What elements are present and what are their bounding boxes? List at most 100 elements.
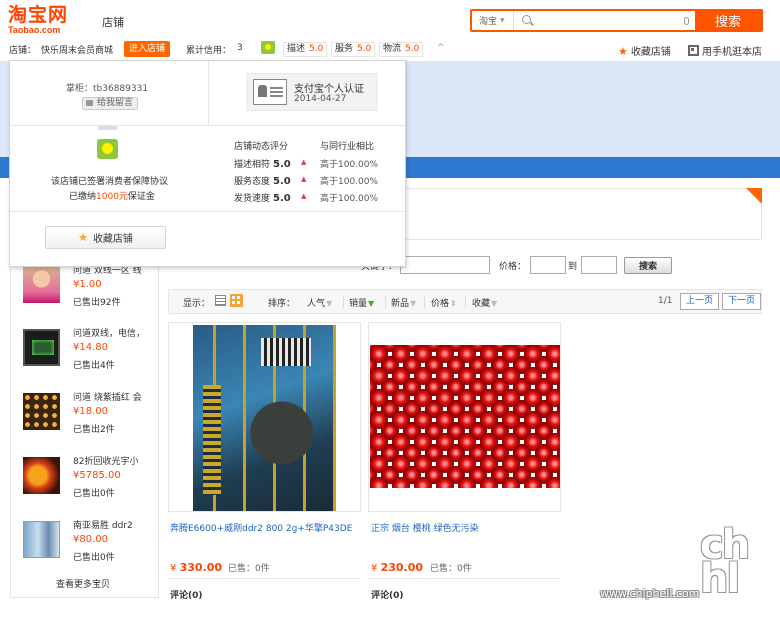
watermark-url: www.chiphell.com — [600, 587, 700, 600]
arrow-up-icon: ▲ — [301, 175, 307, 183]
product-title[interactable]: 正宗 烟台 樱桃 绿色无污染 — [371, 521, 479, 534]
grid-view-icon[interactable] — [230, 294, 243, 307]
prev-page-button[interactable]: 上一页 — [680, 293, 720, 310]
dsr-row: 描述相符 5.0 ▲ 高于100.00% — [234, 157, 378, 170]
favorite-store-label: 收藏店铺 — [630, 47, 671, 58]
caret-up-icon[interactable]: ^ — [437, 43, 445, 53]
next-page-button[interactable]: 下一页 — [722, 293, 761, 310]
id-card-icon — [253, 79, 287, 105]
sort-new[interactable]: 新品▼ — [391, 296, 416, 309]
review-count: (0) — [389, 591, 404, 601]
sidebar-item-sold: 已售出2件 — [73, 422, 115, 435]
product-sold: 已售：0件 — [430, 561, 472, 574]
price-min-input[interactable] — [530, 256, 566, 274]
search-scope-label: 淘宝 — [479, 17, 498, 27]
sidebar-item[interactable]: 问道双线，电信， ¥14.80 已售出4件 — [11, 325, 158, 385]
product-reviews[interactable]: 评论(0) — [371, 588, 404, 601]
product-thumbnail[interactable] — [23, 329, 60, 366]
sidebar-item-sold: 已售出92件 — [73, 295, 120, 308]
dsr-score: 5.0 — [357, 44, 372, 54]
product-thumbnail[interactable] — [23, 266, 60, 303]
motherboard-photo[interactable] — [193, 325, 336, 511]
sidebar-item-title[interactable]: 82折回收光宇小 — [73, 454, 155, 467]
arrow-down-icon: ▼ — [491, 299, 498, 308]
sidebar-item-title[interactable]: 问道 烧紫插红 会 — [73, 390, 155, 403]
sold-prefix: 已售出 — [73, 553, 101, 563]
product-thumbnail[interactable] — [23, 521, 60, 558]
divider — [465, 296, 466, 308]
product-sold: 已售：0件 — [228, 561, 270, 574]
dsr-row-compare: 高于100.00% — [320, 194, 379, 204]
sidebar-item-title[interactable]: 问道双线，电信， — [73, 326, 155, 339]
divider — [424, 296, 425, 308]
favorite-store-button[interactable]: ★ 收藏店铺 — [45, 226, 166, 249]
corner-flag-icon — [746, 188, 762, 204]
sort-popularity-label: 人气 — [307, 299, 326, 309]
sort-favorites[interactable]: 收藏▼ — [472, 296, 497, 309]
dsr-row-score: 5.0 — [273, 159, 291, 170]
dsr-row-score: 5.0 — [273, 193, 291, 204]
sort-favorites-label: 收藏 — [472, 299, 491, 309]
sold-value: 0件 — [255, 564, 270, 574]
display-label: 显示： — [183, 299, 211, 309]
price-max-input[interactable] — [581, 256, 617, 274]
enter-store-button[interactable]: 进入店铺 — [124, 41, 171, 57]
dsr-logistics[interactable]: 物流 5.0 — [379, 42, 424, 57]
mobile-shop-link[interactable]: 用手机逛本店 — [688, 43, 762, 58]
arrow-down-icon: ▼ — [326, 299, 333, 308]
favorite-store-link[interactable]: ★ 收藏店铺 — [618, 43, 671, 58]
sort-popularity[interactable]: 人气▼ — [307, 296, 332, 309]
arrow-up-icon: ▲ — [301, 192, 307, 200]
sold-suffix: 件 — [111, 298, 121, 308]
sort-bar: 显示： 排序： 人气▼ 销量▼ 新品▼ 价格⬍ 收藏▼ 1/1 上一页 下一页 — [168, 289, 762, 314]
arrow-down-icon: ▼ — [410, 299, 417, 308]
store-name[interactable]: 快乐周末会员商城 — [41, 43, 113, 56]
sidebar-item-title[interactable]: 南亚易胜 ddr2 — [73, 518, 155, 531]
sidebar-item-sold: 已售出0件 — [73, 550, 115, 563]
product-thumbnail[interactable] — [23, 457, 60, 494]
sidebar-item-price: ¥5785.00 — [73, 470, 121, 481]
sidebar-item-sold: 已售出0件 — [73, 486, 115, 499]
microphone-icon[interactable] — [677, 11, 695, 30]
search-input[interactable] — [514, 11, 677, 30]
dsr-service[interactable]: 服务 5.0 — [331, 42, 376, 57]
sort-price[interactable]: 价格⬍ — [431, 296, 457, 309]
search-bar: 淘宝 ▼ 搜索 — [470, 9, 763, 32]
sidebar-item[interactable]: 南亚易胜 ddr2 ¥80.00 已售出0件 — [11, 517, 158, 577]
sidebar-item[interactable]: 问道 双线一区 线 ¥1.00 已售出92件 — [11, 262, 158, 322]
list-view-icon[interactable] — [215, 295, 226, 306]
leave-message-button[interactable]: 给我留言 — [82, 97, 139, 110]
sold-suffix: 件 — [105, 553, 115, 563]
search-button[interactable]: 搜索 — [695, 11, 761, 30]
product-price: ¥ 330.00 — [170, 561, 222, 574]
filter-search-button[interactable]: 搜索 — [624, 257, 672, 274]
alipay-certification[interactable]: 支付宝个人认证 2014-04-27 — [246, 73, 378, 111]
search-scope-select[interactable]: 淘宝 ▼ — [472, 11, 514, 30]
sold-prefix: 已售出 — [73, 298, 101, 308]
chevron-down-icon: ▼ — [500, 17, 505, 24]
product-price: ¥ 230.00 — [371, 561, 423, 574]
product-title[interactable]: 奔腾E6600+威刚ddr2 800 2g+华擎P43DE — [170, 521, 352, 534]
sidebar-item[interactable]: 问道 烧紫插红 会 ¥18.00 已售出2件 — [11, 389, 158, 449]
shopkeeper-id: 掌柜：tb36889331 — [66, 84, 149, 94]
arrow-up-icon: ▲ — [301, 158, 307, 166]
taobao-logo[interactable]: 淘宝网 Taobao.com — [8, 6, 86, 36]
sidebar-item[interactable]: 82折回收光宇小 ¥5785.00 已售出0件 — [11, 453, 158, 513]
divider — [368, 578, 560, 579]
star-icon: ★ — [78, 231, 88, 244]
product-card-image[interactable] — [368, 322, 561, 512]
product-reviews[interactable]: 评论(0) — [170, 588, 203, 601]
logo-text-en: Taobao.com — [8, 25, 61, 35]
keyword-input[interactable] — [400, 256, 490, 274]
product-card-image[interactable] — [168, 322, 361, 512]
product-thumbnail[interactable] — [23, 393, 60, 430]
dsr-row-label: 描述相符 — [234, 160, 271, 170]
sort-sales[interactable]: 销量▼ — [349, 296, 374, 309]
cherries-photo[interactable] — [370, 345, 560, 488]
dsr-row-label: 服务态度 — [234, 177, 271, 187]
view-more-link[interactable]: 查看更多宝贝 — [56, 577, 110, 590]
credit-level-icon — [261, 41, 275, 54]
arrow-down-icon: ▼ — [368, 299, 375, 308]
dsr-description[interactable]: 描述 5.0 — [283, 42, 328, 57]
deposit-text: 已缴纳1000元保证金 — [69, 189, 155, 202]
